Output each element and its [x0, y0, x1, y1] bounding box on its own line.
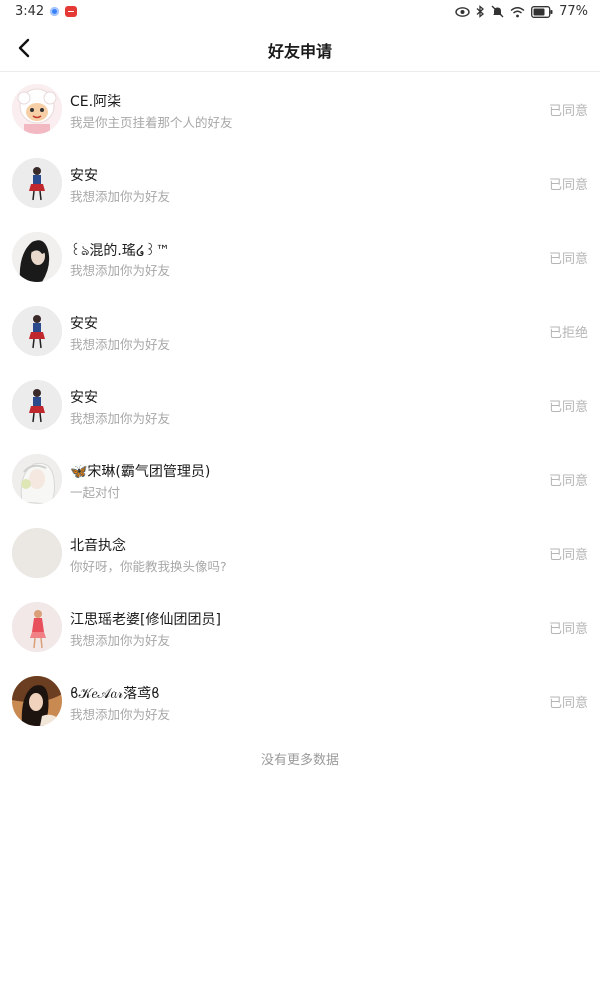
eye-icon: [455, 6, 470, 18]
request-status[interactable]: 已同意: [549, 396, 588, 415]
avatar[interactable]: [12, 528, 62, 578]
avatar[interactable]: [12, 232, 62, 282]
request-status[interactable]: 已同意: [549, 174, 588, 193]
request-status[interactable]: 已拒绝: [549, 322, 588, 341]
battery-icon: [531, 5, 553, 18]
bluetooth-icon: [476, 5, 485, 18]
friend-request-row[interactable]: 北音执念 你好呀，你能教我换头像吗? 已同意: [0, 516, 600, 590]
avatar[interactable]: [12, 84, 62, 134]
friend-request-row[interactable]: 安安 我想添加你为好友 已同意: [0, 146, 600, 220]
mute-icon: [491, 5, 504, 18]
page-title: 好友申请: [267, 42, 332, 61]
request-message: 我想添加你为好友: [70, 633, 171, 648]
requester-name: ϐ𝒦𝑒𝒜𝑎𝓇落鸢ϐ: [70, 686, 160, 702]
request-status[interactable]: 已同意: [549, 618, 588, 637]
requester-name: 安安: [70, 168, 98, 184]
friend-request-row[interactable]: ϐ𝒦𝑒𝒜𝑎𝓇落鸢ϐ 我想添加你为好友 已同意: [0, 664, 600, 738]
status-right: 77%: [455, 4, 588, 19]
friend-request-row[interactable]: 🦋宋琳(霸气团管理员) 一起对付 已同意: [0, 442, 600, 516]
request-status[interactable]: 已同意: [549, 470, 588, 489]
requester-name: 安安: [70, 390, 98, 406]
request-message: 我想添加你为好友: [70, 411, 171, 426]
no-more-data-label: 没有更多数据: [260, 753, 339, 768]
nav-bar: 好友申请: [0, 26, 600, 72]
friend-request-row[interactable]: 安安 我想添加你为好友 已同意: [0, 368, 600, 442]
request-status[interactable]: 已同意: [549, 248, 588, 267]
request-message: 我想添加你为好友: [70, 263, 171, 278]
status-time: 3:42: [15, 4, 45, 19]
request-status[interactable]: 已同意: [549, 544, 588, 563]
request-status[interactable]: 已同意: [549, 692, 588, 711]
request-message: 我想添加你为好友: [70, 189, 171, 204]
battery-percent: 77%: [559, 4, 588, 19]
request-message: 一起对付: [70, 485, 121, 500]
friend-request-row[interactable]: ꒰ঌ混的.瑤໒꒱™ 我想添加你为好友 已同意: [0, 220, 600, 294]
avatar[interactable]: [12, 306, 62, 356]
requester-name: 🦋宋琳(霸气团管理员): [70, 464, 211, 480]
notification-app-icon: [50, 7, 60, 16]
requester-name: 江思瑶老婆[修仙团团员]: [70, 612, 221, 628]
red-app-icon: [65, 6, 78, 17]
friend-request-list: CE.阿柒 我是你主页挂着那个人的好友 已同意 安安 我想添加你为好友 已同意: [0, 72, 600, 738]
requester-name: 北音执念: [70, 538, 126, 554]
requester-name: CE.阿柒: [70, 94, 122, 110]
avatar[interactable]: [12, 676, 62, 726]
friend-request-row[interactable]: CE.阿柒 我是你主页挂着那个人的好友 已同意: [0, 72, 600, 146]
status-left: 3:42: [15, 4, 78, 19]
avatar[interactable]: [12, 454, 62, 504]
avatar[interactable]: [12, 158, 62, 208]
request-message: 我想添加你为好友: [70, 337, 171, 352]
request-message: 我是你主页挂着那个人的好友: [70, 115, 233, 130]
request-message: 我想添加你为好友: [70, 707, 171, 722]
friend-request-row[interactable]: 安安 我想添加你为好友 已拒绝: [0, 294, 600, 368]
request-status[interactable]: 已同意: [549, 100, 588, 119]
avatar[interactable]: [12, 602, 62, 652]
request-message: 你好呀，你能教我换头像吗?: [70, 559, 227, 574]
status-bar: 3:42 77%: [0, 0, 600, 26]
requester-name: 安安: [70, 316, 98, 332]
wifi-icon: [510, 6, 525, 18]
avatar[interactable]: [12, 380, 62, 430]
friend-request-row[interactable]: 江思瑶老婆[修仙团团员] 我想添加你为好友 已同意: [0, 590, 600, 664]
